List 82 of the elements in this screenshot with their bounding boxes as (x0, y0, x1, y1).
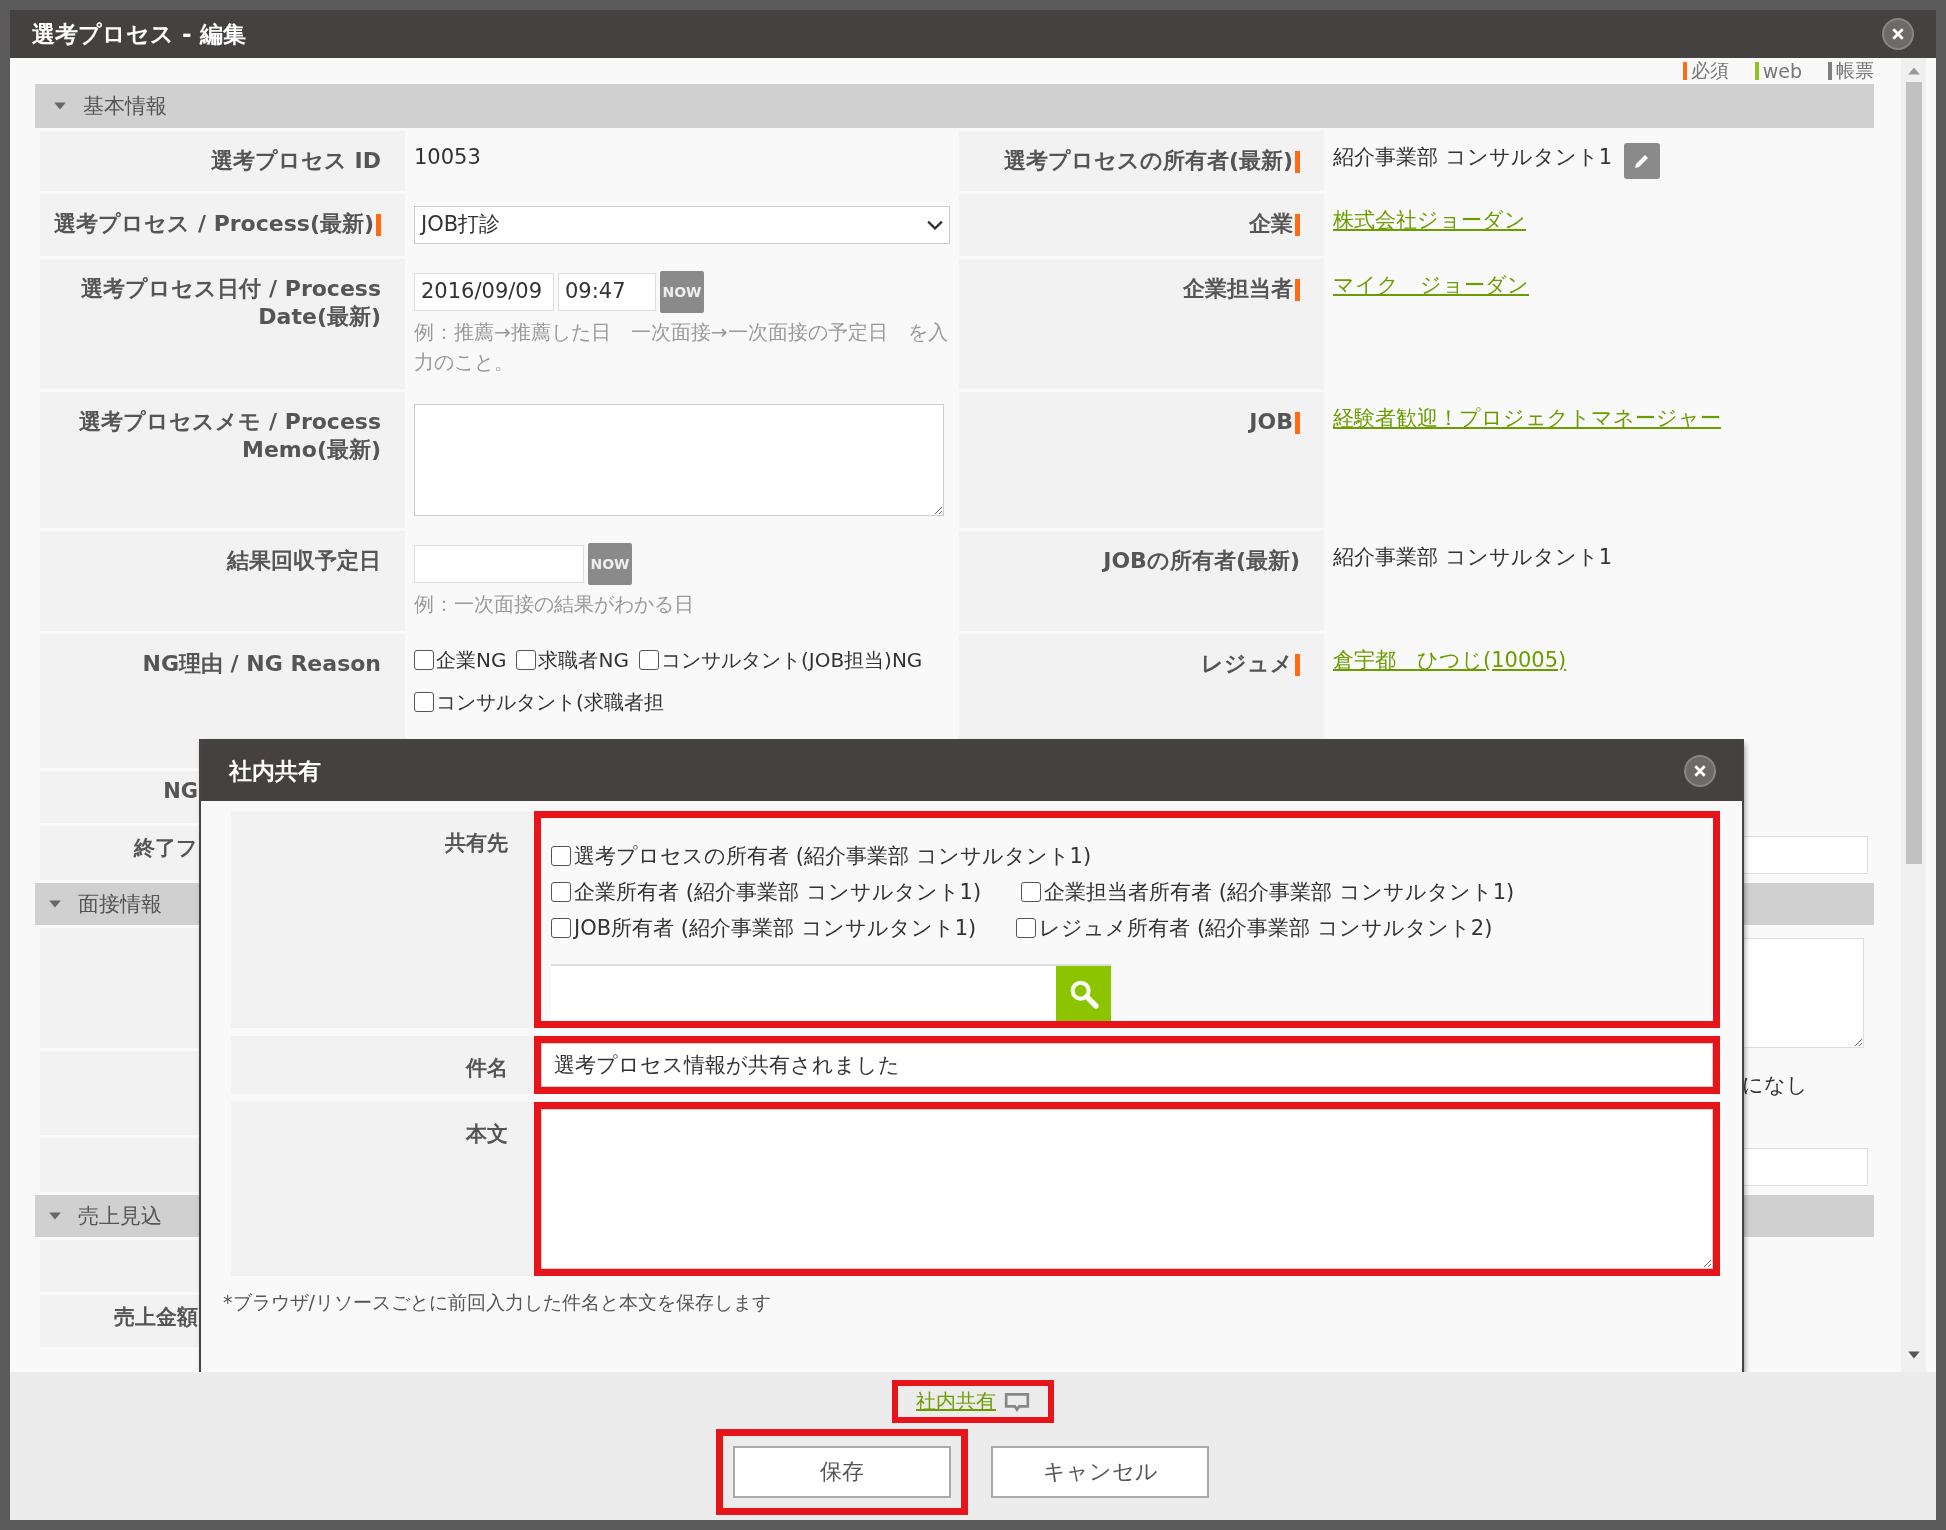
close-icon (1693, 764, 1707, 778)
chevron-down-icon (927, 220, 943, 230)
checkbox-label: 企業担当者所有者 (紹介事業部 コンサルタント1) (1044, 879, 1515, 906)
field-label: 選考プロセス / Process(最新) (54, 211, 374, 236)
field-label: NG (163, 779, 198, 803)
scroll-down-icon[interactable] (1906, 1350, 1921, 1360)
checkbox[interactable] (638, 650, 659, 670)
field-label: 選考プロセスの所有者(最新) (1003, 148, 1293, 173)
field-label: 本文 (466, 1122, 508, 1146)
field-label: JOBの所有者(最新) (1103, 548, 1300, 573)
field-label: 企業 (1249, 211, 1293, 236)
section-title: 基本情報 (83, 93, 167, 120)
field-label: 結果回収予定日 (227, 548, 381, 573)
scroll-up-icon[interactable] (1906, 66, 1921, 76)
legend-label: web (1762, 60, 1802, 82)
checkbox[interactable] (516, 650, 537, 670)
close-icon (1891, 27, 1905, 41)
checkbox-label: 求職者NG (538, 647, 629, 674)
field-label: JOB (1249, 409, 1293, 434)
search-field[interactable] (551, 966, 1056, 1021)
close-button[interactable] (1882, 18, 1914, 50)
section-header[interactable]: 基本情報 (35, 84, 1874, 128)
field-label: NG理由 / NG Reason (142, 651, 381, 676)
record-link[interactable]: マイク ジョーダン (1333, 273, 1529, 297)
now-button[interactable]: NOW (660, 271, 704, 313)
checkbox[interactable] (551, 846, 571, 866)
field-value: 紹介事業部 コンサルタント1 (1333, 544, 1613, 571)
input-field[interactable] (1742, 836, 1868, 874)
field-label: レジュメ (1201, 651, 1293, 676)
section-title: 面接情報 (78, 891, 162, 918)
field-label: 共有先 (445, 831, 508, 855)
legend-label: 必須 (1690, 58, 1729, 83)
subject-field[interactable]: 選考プロセス情報が共有されました (541, 1043, 1713, 1087)
scrollbar[interactable] (1901, 58, 1926, 1372)
checkbox[interactable] (551, 882, 571, 902)
record-link[interactable]: 経験者歓迎！プロジェクトマネージャー (1333, 406, 1721, 430)
input-field[interactable] (1742, 1148, 1868, 1186)
field-value: 10053 (414, 145, 481, 169)
search-button[interactable] (1056, 966, 1111, 1021)
checkbox-label: 企業NG (436, 647, 507, 674)
field-label: 件名 (466, 1056, 508, 1080)
process-select[interactable]: JOB打診 (414, 206, 950, 244)
field-value: 紹介事業部 コンサルタント1 (1333, 144, 1613, 171)
edit-button[interactable] (1624, 143, 1661, 179)
legend-label: 帳票 (1836, 58, 1874, 83)
close-button[interactable] (1684, 755, 1716, 787)
now-button[interactable]: NOW (588, 543, 632, 585)
section-title: 売上見込 (78, 1203, 162, 1230)
checkbox-label: コンサルタント(JOB担当)NG (660, 647, 923, 674)
share-link[interactable]: 社内共有 (892, 1380, 1054, 1423)
checkbox[interactable] (414, 650, 434, 670)
textarea-field[interactable] (1742, 938, 1864, 1048)
field-label: 終了フ (134, 836, 198, 860)
note-text: *ブラウザ/リソースごとに前回入力した件名と本文を保存します (223, 1290, 772, 1315)
field-label: 売上金額 (114, 1305, 198, 1329)
checkbox-label: コンサルタント(求職者担 (436, 689, 664, 716)
dialog-title: 社内共有 (229, 756, 321, 786)
field-label: 企業担当者 (1183, 276, 1293, 301)
hint-text: 例：推薦→推薦した日 一次面接→一次面接の予定日 を入力のこと。 (414, 319, 949, 376)
scrollbar-thumb[interactable] (1905, 82, 1922, 864)
checkbox-label: 企業所有者 (紹介事業部 コンサルタント1) (574, 879, 982, 906)
time-field[interactable]: 09:47 (558, 273, 656, 311)
record-link[interactable]: 倉宇都 ひつじ(10005) (1333, 648, 1567, 672)
speech-bubble-icon (1004, 1391, 1030, 1412)
checkbox[interactable] (1016, 918, 1037, 938)
dialog-button[interactable]: 保存 (733, 1446, 951, 1498)
hint-text: 例：一次面接の結果がわかる日 (414, 591, 695, 618)
checkbox[interactable] (414, 692, 434, 712)
record-link[interactable]: 株式会社ジョーダン (1333, 208, 1526, 232)
dialog-button[interactable]: キャンセル (991, 1446, 1209, 1498)
checkbox-label: JOB所有者 (紹介事業部 コンサルタント1) (574, 915, 977, 942)
field-value: になし (1742, 1073, 1808, 1097)
field-label: 選考プロセスメモ / Process Memo(最新) (79, 409, 381, 462)
dialog-title: 選考プロセス - 編集 (32, 19, 246, 49)
field-label: 選考プロセス日付 / Process Date(最新) (81, 276, 381, 329)
checkbox[interactable] (1021, 882, 1042, 902)
checkbox-label: 選考プロセスの所有者 (紹介事業部 コンサルタント1) (574, 843, 1092, 870)
date-field[interactable] (414, 545, 584, 583)
checkbox-label: レジュメ所有者 (紹介事業部 コンサルタント2) (1039, 915, 1493, 942)
date-field[interactable]: 2016/09/09 (414, 273, 554, 311)
checkbox[interactable] (551, 918, 571, 938)
field-label: 選考プロセス ID (210, 148, 381, 173)
